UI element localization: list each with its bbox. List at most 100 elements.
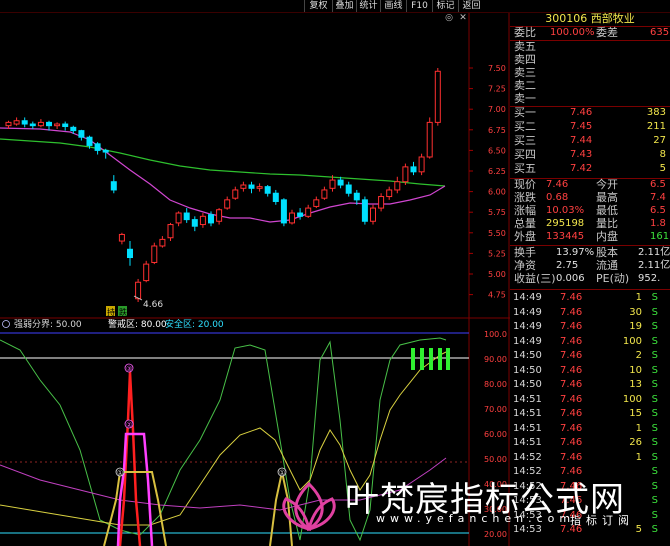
indicator-settings-icon[interactable] <box>2 320 10 328</box>
candle-body[interactable] <box>216 209 223 222</box>
tick-row: 14:50 7.46 2 S <box>513 350 658 361</box>
candle-body[interactable] <box>248 184 255 189</box>
candle-body[interactable] <box>54 123 61 127</box>
candle-body[interactable] <box>434 70 441 123</box>
candle-body[interactable] <box>378 196 385 209</box>
candle-body[interactable] <box>289 212 295 224</box>
candle-body[interactable] <box>78 130 85 138</box>
indicator-axis-tick: 20.00 <box>484 530 507 539</box>
candle-body[interactable] <box>86 136 93 146</box>
tick-row: 14:49 7.46 30 S <box>513 306 658 318</box>
green-signal-bars <box>411 348 450 370</box>
price-axis-tick: 6.00 <box>488 188 506 197</box>
buy-level-label: 买三 <box>514 134 536 147</box>
candle-body[interactable] <box>29 123 36 127</box>
candle-body[interactable] <box>102 149 109 153</box>
candle-body[interactable] <box>46 121 52 127</box>
stock-terminal: 复权 叠加 统计 画线 F10 标记 返回 ◎ ✕ 7.50 7.25 7.00 6.… <box>0 0 670 546</box>
candlesticks[interactable] <box>5 68 441 303</box>
sell-level-row: 卖五 <box>510 41 670 53</box>
candle-body[interactable] <box>191 219 198 227</box>
sell-level-label: 卖三 <box>514 66 536 79</box>
signal-markers: ③ ② ① ① <box>115 363 287 477</box>
buy-level-price: 7.42 <box>570 163 593 174</box>
candle-body[interactable] <box>345 184 352 194</box>
candle-body[interactable] <box>386 189 393 198</box>
candle-body[interactable] <box>151 245 158 263</box>
candle-body[interactable] <box>410 166 417 173</box>
tick-row: 14:49 7.46 100 S <box>513 335 658 347</box>
sell-level-row: 卖三 <box>510 67 670 79</box>
sell-level-label: 卖四 <box>514 53 536 66</box>
buy-level-label: 买二 <box>514 120 536 133</box>
quote-row: 涨跌 0.68 最高 7.4 <box>514 191 666 204</box>
candle-body[interactable] <box>321 189 328 199</box>
candle-body[interactable] <box>232 189 239 199</box>
candle-body[interactable] <box>208 214 214 224</box>
indicator-label-main: 强弱分界: 50.00 <box>14 319 82 330</box>
buy-tag: 持 <box>107 307 115 317</box>
candle-body[interactable] <box>353 192 360 201</box>
candle-body[interactable] <box>240 184 247 189</box>
tick-row: 14:52 7.46 S <box>513 480 658 492</box>
buy-level-volume: 5 <box>659 163 666 174</box>
buy-level-price: 7.46 <box>570 107 593 118</box>
candle-body[interactable] <box>159 238 166 247</box>
candle-body[interactable] <box>337 179 344 186</box>
indicator-axis-tick: 40.00 <box>484 480 507 489</box>
candle-body[interactable] <box>402 166 409 183</box>
candle-body[interactable] <box>127 248 133 259</box>
candle-body[interactable] <box>70 126 77 132</box>
candle-body[interactable] <box>110 181 117 191</box>
quote-row: 现价 7.46 今开 6.5 <box>514 178 666 191</box>
candle-body[interactable] <box>135 281 142 300</box>
tick-row: 14:50 7.46 10 S <box>513 364 658 376</box>
indicator-axis-tick: 70.00 <box>484 405 507 414</box>
chart-area[interactable]: 7.50 7.25 7.00 6.75 6.50 6.25 6.00 5.75 5.50 5.25… <box>0 0 510 546</box>
candle-body[interactable] <box>118 233 125 242</box>
candle-body[interactable] <box>256 186 263 189</box>
candle-body[interactable] <box>418 156 425 173</box>
low-price-label: 4.66 <box>143 300 163 310</box>
indicator-axis-tick: 100.0 <box>484 330 507 339</box>
candle-body[interactable] <box>361 199 368 222</box>
buy-level-row: 买三 7.44 27 <box>510 135 670 147</box>
candle-body[interactable] <box>62 123 69 128</box>
candle-body[interactable] <box>224 199 231 209</box>
tick-row: 14:51 7.46 26 S <box>513 437 658 448</box>
tick-row: 14:52 7.46 S <box>513 466 658 477</box>
candle-body[interactable] <box>175 212 182 224</box>
candle-body[interactable] <box>94 143 101 151</box>
ma-long-line <box>0 138 446 187</box>
candle-body[interactable] <box>167 224 174 239</box>
candle-body[interactable] <box>5 121 12 127</box>
tick-row: 14:49 7.46 1 S <box>513 292 658 303</box>
candle-body[interactable] <box>313 199 320 207</box>
sell-level-label: 卖二 <box>514 79 536 92</box>
candle-body[interactable] <box>272 192 279 202</box>
candle-body[interactable] <box>305 207 312 217</box>
signal-peak-red <box>118 371 142 546</box>
buy-level-price: 7.44 <box>570 135 593 146</box>
candle-body[interactable] <box>370 207 376 222</box>
quote-row: 涨幅 10.03% 最低 6.5 <box>514 204 666 217</box>
candle-body[interactable] <box>264 186 271 194</box>
candle-body[interactable] <box>143 263 150 282</box>
candle-body[interactable] <box>21 120 28 125</box>
tick-row: 14:51 7.46 1 S <box>513 422 658 434</box>
tick-row: 14:51 7.46 100 S <box>513 393 658 405</box>
candle-body[interactable] <box>329 179 336 189</box>
candle-body[interactable] <box>280 199 287 224</box>
buy-level-volume: 8 <box>659 149 666 160</box>
candle-body[interactable] <box>426 121 433 158</box>
price-axis-tick: 7.25 <box>488 85 506 94</box>
candle-body[interactable] <box>13 120 20 125</box>
stock-code: 300106 <box>545 12 588 25</box>
sell-level-label: 卖一 <box>514 92 536 105</box>
indicator-axis-tick: 90.00 <box>484 355 507 364</box>
candle-body[interactable] <box>199 215 206 226</box>
candle-body[interactable] <box>297 212 304 217</box>
candle-body[interactable] <box>37 121 44 127</box>
candle-body[interactable] <box>183 212 190 221</box>
candle-body[interactable] <box>394 181 401 191</box>
